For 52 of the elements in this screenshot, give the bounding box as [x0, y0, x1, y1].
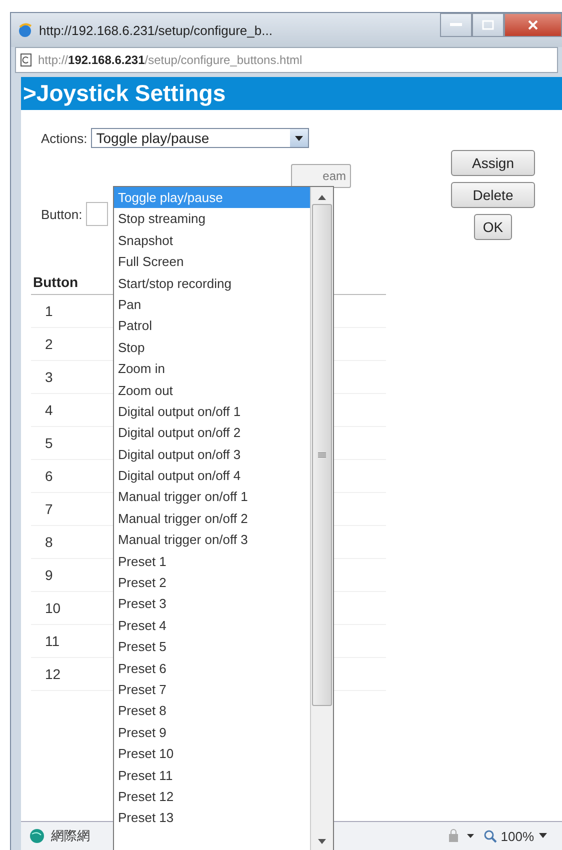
globe-icon: [29, 828, 45, 844]
up-arrow-icon: [318, 195, 326, 200]
caret-icon: [295, 136, 304, 140]
minimize-button[interactable]: [440, 13, 472, 37]
action-button[interactable]: OK: [474, 214, 512, 240]
dropdown-option[interactable]: Pan: [114, 294, 310, 316]
dropdown-option[interactable]: Stop: [114, 336, 310, 358]
dropdown-option[interactable]: Preset 5: [114, 636, 310, 658]
actions-select[interactable]: Toggle play/pause: [91, 128, 310, 148]
down-arrow-icon: [318, 839, 326, 844]
dropdown-option[interactable]: Preset 11: [114, 764, 310, 786]
stream-button[interactable]: eam: [291, 164, 351, 188]
dropdown-option[interactable]: Digital output on/off 1: [114, 400, 310, 422]
magnifier-icon: [482, 829, 497, 843]
dropdown-option[interactable]: Digital output on/off 4: [114, 465, 310, 486]
browser-icon: [17, 22, 33, 38]
action-button[interactable]: Assign: [451, 150, 535, 176]
button-label: Button:: [41, 206, 82, 222]
dropdown-option[interactable]: Preset 9: [114, 722, 310, 744]
dropdown-option[interactable]: Preset 2: [114, 572, 310, 594]
action-button[interactable]: Delete: [451, 182, 535, 208]
lock-dropdown-icon[interactable]: [446, 829, 477, 843]
dropdown-option[interactable]: Full Screen: [114, 251, 310, 273]
zone-text: 網際網: [51, 827, 90, 845]
window-title: http://192.168.6.231/setup/configure_b...: [39, 22, 274, 38]
address-field[interactable]: http://192.168.6.231/setup/configure_buttons.html: [15, 47, 558, 73]
dropdown-option[interactable]: Preset 3: [114, 593, 310, 615]
dropdown-option[interactable]: Preset 8: [114, 700, 310, 722]
minimize-icon: [450, 23, 462, 27]
scrollbar[interactable]: [310, 187, 333, 850]
grip-icon: [318, 452, 326, 458]
dropdown-option[interactable]: Preset 6: [114, 658, 310, 679]
page-icon: [20, 53, 32, 67]
close-icon: [528, 20, 538, 30]
dropdown-option[interactable]: Zoom in: [114, 358, 310, 380]
actions-label: Actions:: [41, 130, 88, 146]
dropdown-option[interactable]: Preset 10: [114, 743, 310, 765]
dropdown-option[interactable]: Manual trigger on/off 3: [114, 529, 310, 551]
maximize-button[interactable]: [472, 13, 504, 37]
close-button[interactable]: [504, 13, 562, 37]
scrollbar-thumb[interactable]: [312, 204, 332, 706]
zoom-control[interactable]: 100%: [482, 828, 548, 844]
url-text: http://192.168.6.231/setup/configure_buttons.html: [38, 53, 302, 67]
button-field[interactable]: [86, 202, 108, 226]
dropdown-option[interactable]: Stop streaming: [114, 208, 310, 230]
dropdown-option[interactable]: Snapshot: [114, 230, 310, 252]
page-heading: >Joystick Settings: [21, 77, 562, 110]
maximize-icon: [482, 20, 494, 30]
dropdown-option[interactable]: Start/stop recording: [114, 272, 310, 294]
dropdown-option[interactable]: Preset 13: [114, 807, 310, 829]
dropdown-option[interactable]: Preset 12: [114, 786, 310, 808]
caret-icon: [538, 833, 548, 839]
